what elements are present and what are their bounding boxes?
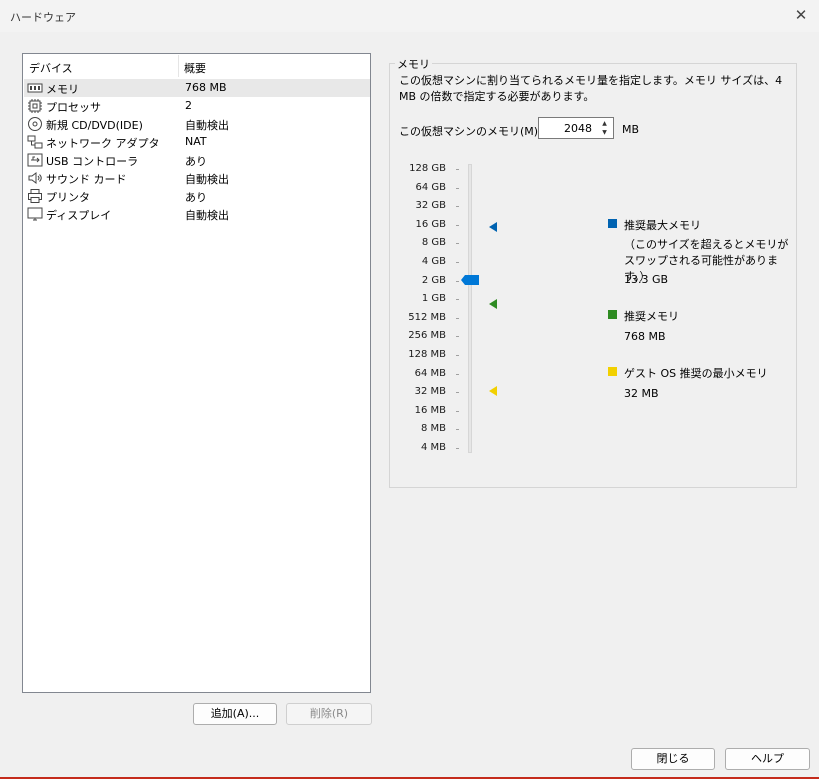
speaker-icon: [28, 172, 42, 184]
column-header-device[interactable]: デバイス: [29, 60, 73, 76]
scale-tick: [456, 299, 459, 301]
device-summary: NAT: [185, 135, 207, 148]
device-name: サウンド カード: [46, 173, 127, 186]
scale-label: 8 GB: [421, 237, 446, 249]
device-row-display[interactable]: ディスプレイ 自動検出: [24, 205, 370, 223]
memory-slider-thumb[interactable]: [461, 275, 479, 285]
device-name: プロセッサ: [46, 101, 101, 114]
memory-size-stepper[interactable]: 2048 ▲ ▼: [538, 117, 614, 139]
memory-size-input[interactable]: 2048: [564, 122, 592, 135]
window-title: ハードウェア: [10, 11, 76, 24]
scale-tick: [456, 280, 459, 282]
scale-label: 64 MB: [414, 367, 446, 379]
device-name: USB コントローラ: [46, 155, 139, 168]
scale-tick: [456, 243, 459, 245]
scale-label: 32 GB: [415, 200, 446, 212]
scale-tick: [456, 355, 459, 356]
close-button[interactable]: 閉じる: [631, 748, 715, 770]
scale-tick: [456, 224, 459, 226]
min-recommended-marker: [489, 386, 497, 396]
spinner-buttons: ▲ ▼: [597, 119, 612, 137]
help-button[interactable]: ヘルプ: [725, 748, 810, 770]
scale-label: 4 GB: [421, 256, 446, 267]
scale-label: 32 MB: [414, 386, 446, 398]
scale-tick: [456, 373, 459, 375]
scale-label: 128 MB: [408, 349, 446, 360]
processor-icon: [28, 99, 42, 113]
device-name: プリンタ: [46, 191, 90, 204]
scale-label: 8 MB: [420, 423, 446, 435]
device-row-processor[interactable]: プロセッサ 2: [24, 97, 370, 115]
memory-unit-label: MB: [622, 123, 640, 136]
memory-slider-track[interactable]: [468, 164, 472, 453]
scale-label: 16 GB: [415, 218, 446, 230]
scale-tick: [456, 448, 459, 449]
recommended-swatch: [608, 310, 617, 319]
cd-dvd-icon: [28, 117, 42, 131]
scale-tick: [456, 262, 459, 263]
min-recommended-title: ゲスト OS 推奨の最小メモリ: [624, 367, 768, 380]
device-summary: 自動検出: [185, 119, 229, 132]
list-header: デバイス 概要: [23, 54, 370, 78]
device-row-network-adapter[interactable]: ネットワーク アダプタ NAT: [24, 133, 370, 151]
scale-tick: [456, 206, 459, 208]
device-row-sound-card[interactable]: サウンド カード 自動検出: [24, 169, 370, 187]
max-recommended-title: 推奨最大メモリ: [624, 219, 701, 232]
title-bar: ハードウェア ✕: [0, 0, 819, 32]
column-header-summary[interactable]: 概要: [184, 60, 206, 76]
device-name: ディスプレイ: [46, 209, 112, 222]
scale-label: 128 GB: [409, 163, 446, 174]
spinner-up-icon[interactable]: ▲: [597, 119, 612, 128]
scale-tick: [456, 410, 459, 412]
device-row-usb-controller[interactable]: USB コントローラ あり: [24, 151, 370, 169]
min-recommended-value: 32 MB: [624, 387, 659, 400]
device-summary: あり: [185, 155, 207, 168]
add-button[interactable]: 追加(A)...: [193, 703, 277, 725]
device-summary: 2: [185, 99, 192, 112]
spinner-down-icon[interactable]: ▼: [597, 128, 612, 137]
memory-icon: [27, 83, 43, 93]
column-divider[interactable]: [178, 55, 179, 77]
monitor-icon: [27, 207, 43, 221]
max-recommended-value: 13.3 GB: [624, 273, 669, 286]
device-summary: 自動検出: [185, 209, 229, 222]
remove-button[interactable]: 削除(R): [286, 703, 372, 725]
scale-tick: [456, 392, 459, 394]
network-adapter-icon: [27, 135, 43, 149]
scale-tick: [456, 169, 459, 170]
usb-icon: [27, 153, 43, 167]
device-summary: 768 MB: [185, 81, 227, 94]
scale-label: 512 MB: [408, 311, 446, 323]
scale-tick: [456, 429, 459, 431]
scale-label: 16 MB: [414, 404, 446, 416]
recommended-value: 768 MB: [624, 330, 666, 343]
scale-label: 1 GB: [421, 293, 446, 305]
device-summary: 自動検出: [185, 173, 229, 186]
memory-group-title: メモリ: [395, 56, 432, 72]
scale-label: 64 GB: [415, 181, 446, 193]
max-recommended-marker: [489, 222, 497, 232]
device-list[interactable]: デバイス 概要 メモリ 768 MB プロセッサ 2 新規 CD/DVD(IDE…: [22, 53, 371, 693]
scale-label: 256 MB: [408, 330, 446, 342]
scale-tick: [456, 336, 459, 338]
memory-size-label: この仮想マシンのメモリ(M):: [399, 125, 542, 138]
device-name: 新規 CD/DVD(IDE): [46, 119, 143, 132]
device-row-cd-dvd[interactable]: 新規 CD/DVD(IDE) 自動検出: [24, 115, 370, 133]
min-recommended-swatch: [608, 367, 617, 376]
max-recommended-swatch: [608, 219, 617, 228]
scale-tick: [456, 317, 459, 319]
printer-icon: [28, 189, 42, 203]
recommended-title: 推奨メモリ: [624, 310, 679, 323]
device-row-printer[interactable]: プリンタ あり: [24, 187, 370, 205]
device-row-memory[interactable]: メモリ 768 MB: [24, 79, 370, 97]
recommended-marker: [489, 299, 497, 309]
device-name: メモリ: [46, 83, 79, 96]
device-summary: あり: [185, 191, 207, 204]
scale-label: 2 GB: [421, 274, 446, 286]
scale-tick: [456, 187, 459, 189]
close-icon[interactable]: ✕: [792, 6, 810, 24]
scale-label: 4 MB: [420, 442, 446, 453]
device-name: ネットワーク アダプタ: [46, 137, 160, 150]
memory-description: この仮想マシンに割り当てられるメモリ量を指定します。メモリ サイズは、4 MB …: [399, 74, 783, 103]
